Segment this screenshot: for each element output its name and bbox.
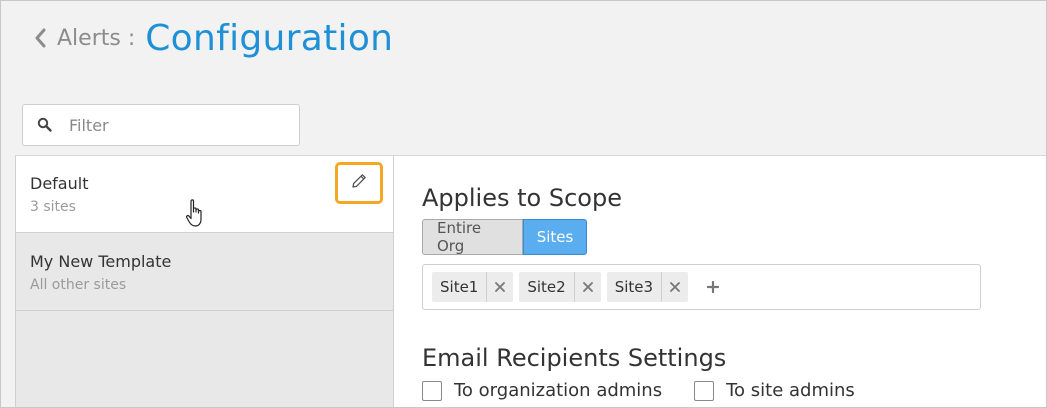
scope-heading: Applies to Scope xyxy=(422,184,622,212)
site-tag-label: Site1 xyxy=(432,272,488,302)
close-icon[interactable] xyxy=(662,272,688,302)
org-admins-checkbox[interactable] xyxy=(422,380,442,401)
template-detail: Applies to Scope Entire Org Sites Site1 … xyxy=(422,156,1022,407)
site-admins-label: To site admins xyxy=(726,380,855,401)
page-title: Configuration xyxy=(145,17,394,59)
main-panel: Default 3 sites My New Template All othe… xyxy=(15,155,1046,407)
site-admins-checkbox[interactable] xyxy=(694,380,715,401)
close-icon[interactable] xyxy=(487,272,513,302)
site-tag-label: Site2 xyxy=(519,272,575,302)
org-admins-option[interactable]: To organization admins xyxy=(422,380,662,401)
chevron-left-icon[interactable] xyxy=(31,27,49,49)
hand-cursor-icon xyxy=(184,198,206,230)
template-list: Default 3 sites My New Template All othe… xyxy=(15,156,394,407)
app-window: Alerts : Configuration Default 3 sites xyxy=(0,0,1047,408)
site-admins-option[interactable]: To site admins xyxy=(694,380,855,401)
close-icon[interactable] xyxy=(575,272,601,302)
site-tag: Site1 xyxy=(432,272,514,302)
search-icon xyxy=(37,117,53,133)
template-name: My New Template xyxy=(30,252,172,271)
list-item-default[interactable]: Default 3 sites xyxy=(16,156,393,233)
scope-sites-button[interactable]: Sites xyxy=(523,219,587,255)
scope-entire-org-button[interactable]: Entire Org xyxy=(422,219,523,255)
site-tag-label: Site3 xyxy=(607,272,663,302)
filter-field[interactable] xyxy=(22,104,300,146)
site-tag: Site2 xyxy=(519,272,601,302)
pencil-icon xyxy=(350,172,368,194)
site-tag: Site3 xyxy=(606,272,689,302)
list-item-my-new-template[interactable]: My New Template All other sites xyxy=(16,234,393,311)
edit-button[interactable] xyxy=(335,162,383,204)
scope-toggle: Entire Org Sites xyxy=(422,219,587,255)
breadcrumb-alerts[interactable]: Alerts : xyxy=(57,26,135,51)
plus-icon[interactable] xyxy=(700,272,726,302)
page-header: Alerts : Configuration xyxy=(31,13,393,63)
sites-tag-input[interactable]: Site1 Site2 Site3 xyxy=(422,264,981,310)
template-name: Default xyxy=(30,174,89,193)
email-recipients-heading: Email Recipients Settings xyxy=(422,344,727,372)
filter-input[interactable] xyxy=(67,114,271,136)
email-recipient-options: To organization admins To site admins xyxy=(422,380,887,401)
template-sites: All other sites xyxy=(30,277,127,293)
org-admins-label: To organization admins xyxy=(454,380,663,401)
